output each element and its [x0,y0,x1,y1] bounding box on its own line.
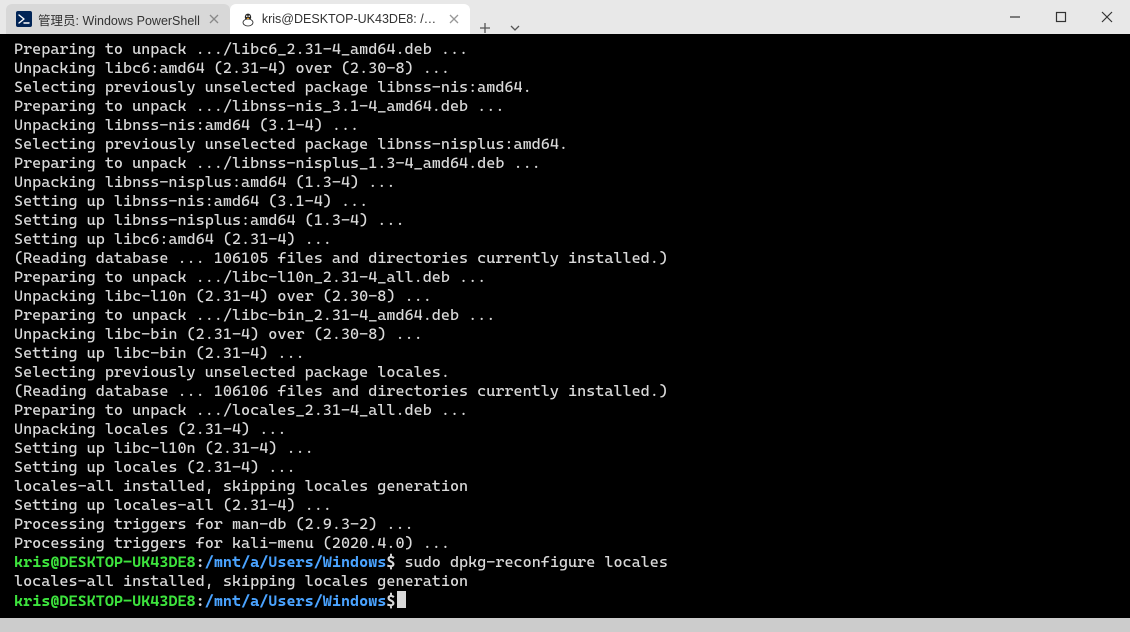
prompt-user: kris@DESKTOP-UK43DE8 [14,553,196,571]
output-line: Selecting previously unselected package … [14,363,1120,382]
titlebar: 管理员: Windows PowerShell kris@DESKTOP-UK4… [0,0,1130,34]
output-line: Preparing to unpack .../libc-l10n_2.31-4… [14,268,1120,287]
cursor [397,591,406,608]
output-line: Preparing to unpack .../libc6_2.31-4_amd… [14,40,1120,59]
output-line: Preparing to unpack .../libnss-nisplus_1… [14,154,1120,173]
output-line: locales-all installed, skipping locales … [14,572,1120,591]
close-window-button[interactable] [1084,0,1130,34]
output-line: Setting up locales-all (2.31-4) ... [14,496,1120,515]
close-tab-icon[interactable] [206,11,222,27]
output-line: Unpacking locales (2.31-4) ... [14,420,1120,439]
output-line: (Reading database ... 106106 files and d… [14,382,1120,401]
maximize-button[interactable] [1038,0,1084,34]
output-line: Processing triggers for kali-menu (2020.… [14,534,1120,553]
linux-icon [240,11,256,27]
output-line: Setting up libc-bin (2.31-4) ... [14,344,1120,363]
tab-powershell[interactable]: 管理员: Windows PowerShell [6,4,230,34]
output-line: locales-all installed, skipping locales … [14,477,1120,496]
tab-dropdown-button[interactable] [500,22,530,34]
titlebar-drag-region[interactable] [530,0,992,34]
output-line: Setting up libnss-nis:amd64 (3.1-4) ... [14,192,1120,211]
prompt-user: kris@DESKTOP-UK43DE8 [14,592,196,610]
output-line: Unpacking libc-l10n (2.31-4) over (2.30-… [14,287,1120,306]
prompt-symbol: $ [386,592,395,610]
output-line: Setting up libnss-nisplus:amd64 (1.3-4) … [14,211,1120,230]
close-tab-icon[interactable] [447,11,462,27]
output-line: Unpacking libnss-nis:amd64 (3.1-4) ... [14,116,1120,135]
prompt-path: /mnt/a/Users/Windows [205,592,387,610]
output-line: Setting up locales (2.31-4) ... [14,458,1120,477]
tab-linux[interactable]: kris@DESKTOP-UK43DE8: /mnt/ [230,4,470,34]
tab-label: 管理员: Windows PowerShell [38,10,200,29]
terminal-window: 管理员: Windows PowerShell kris@DESKTOP-UK4… [0,0,1130,632]
powershell-icon [16,11,32,27]
prompt-line[interactable]: kris@DESKTOP-UK43DE8:/mnt/a/Users/Window… [14,553,1120,572]
output-line: Selecting previously unselected package … [14,78,1120,97]
output-line: Unpacking libc-bin (2.31-4) over (2.30-8… [14,325,1120,344]
output-line: Unpacking libc6:amd64 (2.31-4) over (2.3… [14,59,1120,78]
output-line: Setting up libc-l10n (2.31-4) ... [14,439,1120,458]
new-tab-button[interactable] [470,22,500,34]
output-line: Preparing to unpack .../locales_2.31-4_a… [14,401,1120,420]
terminal-output[interactable]: Preparing to unpack .../libc6_2.31-4_amd… [0,34,1130,618]
output-line: Setting up libc6:amd64 (2.31-4) ... [14,230,1120,249]
window-controls [992,0,1130,34]
prompt-command: sudo dpkg-reconfigure locales [395,553,667,571]
prompt-separator: : [196,592,205,610]
output-line: Preparing to unpack .../libnss-nis_3.1-4… [14,97,1120,116]
output-line: Selecting previously unselected package … [14,135,1120,154]
desktop-behind [0,618,1130,632]
prompt-separator: : [196,553,205,571]
prompt-path: /mnt/a/Users/Windows [205,553,387,571]
minimize-button[interactable] [992,0,1038,34]
output-line: Preparing to unpack .../libc-bin_2.31-4_… [14,306,1120,325]
prompt-line[interactable]: kris@DESKTOP-UK43DE8:/mnt/a/Users/Window… [14,591,1120,611]
output-line: (Reading database ... 106105 files and d… [14,249,1120,268]
tab-strip: 管理员: Windows PowerShell kris@DESKTOP-UK4… [0,0,530,34]
output-line: Unpacking libnss-nisplus:amd64 (1.3-4) .… [14,173,1120,192]
output-line: Processing triggers for man-db (2.9.3-2)… [14,515,1120,534]
tab-label: kris@DESKTOP-UK43DE8: /mnt/ [262,12,441,26]
